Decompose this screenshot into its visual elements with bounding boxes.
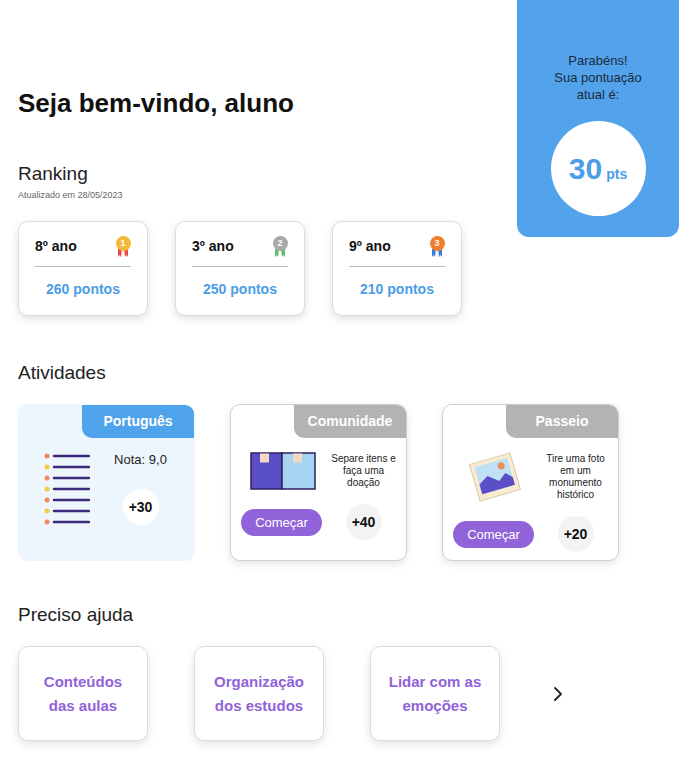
activity-icon xyxy=(37,452,97,526)
activity-category: Passeio xyxy=(506,405,618,438)
score-value: 30pts xyxy=(569,146,627,191)
medal-icon: 2 xyxy=(272,236,288,257)
greeting: Seja bem-vindo, aluno xyxy=(18,88,517,119)
ranking-points: 250 pontos xyxy=(192,279,288,300)
class-name: 9º ano xyxy=(349,236,391,257)
activity-icon xyxy=(453,450,537,504)
activity-card: PasseioTire uma foto em um monumento his… xyxy=(442,404,619,561)
class-name: 8º ano xyxy=(35,236,77,257)
activity-card: Português Nota: 9,0 +30 xyxy=(18,404,195,561)
activity-body: Tire uma foto em um monumento histórico C… xyxy=(443,438,618,560)
activities-section: Atividades Português Nota: 9,0 +30 Comunida… xyxy=(0,361,700,561)
medal-disc: 1 xyxy=(116,236,131,251)
activity-points: +30 xyxy=(123,489,159,525)
ranking-card-header: 3º ano 2 xyxy=(192,236,288,267)
help-card[interactable]: Lidar com as emoções xyxy=(370,646,500,741)
ranking-list: 8º ano 1 260 pontos 3º ano 2 250 pontos 9º ano… xyxy=(18,221,517,316)
activity-points: +20 xyxy=(558,516,594,552)
medal-icon: 1 xyxy=(115,236,131,257)
ranking-card: 9º ano 3 210 pontos xyxy=(332,221,462,316)
help-card[interactable]: Conteúdos das aulas xyxy=(18,646,148,741)
help-card[interactable]: Organização dos estudos xyxy=(194,646,324,741)
ranking-points: 260 pontos xyxy=(35,279,131,300)
score-circle: 30pts xyxy=(551,121,646,216)
ranking-points: 210 pontos xyxy=(349,279,445,300)
help-list: Conteúdos das aulas Organização dos estud… xyxy=(18,646,682,741)
ranking-card: 3º ano 2 250 pontos xyxy=(175,221,305,316)
score-unit: pts xyxy=(606,166,627,182)
activity-grade: Nota: 9,0 xyxy=(97,452,184,469)
list-icon xyxy=(44,452,90,526)
activities-list: PortuguêsNota: 9,0+30ComunidadeSepare it… xyxy=(18,404,682,561)
chevron-right-icon[interactable] xyxy=(552,686,564,702)
help-section: Preciso ajuda Conteúdos das aulas Organiz… xyxy=(0,603,700,741)
activity-icon xyxy=(241,450,325,492)
ranking-card: 8º ano 1 260 pontos xyxy=(18,221,148,316)
welcome-column: Seja bem-vindo, aluno Ranking Atualizado… xyxy=(18,0,517,316)
activity-body: Nota: 9,0 +30 xyxy=(19,438,194,536)
photo-icon xyxy=(466,450,524,504)
next-button[interactable] xyxy=(552,686,564,702)
score-title: Parabéns! xyxy=(525,52,671,69)
activity-description: Separe itens e faça uma doação xyxy=(329,453,398,489)
activity-category: Português xyxy=(82,405,194,438)
start-button[interactable]: Começar xyxy=(241,509,322,536)
start-button[interactable]: Começar xyxy=(453,521,534,548)
donation-box-icon xyxy=(250,452,316,490)
activity-card: ComunidadeSepare itens e faça uma doação… xyxy=(230,404,407,561)
ranking-title: Ranking xyxy=(18,162,517,185)
ranking-date: Atualizado em 28/05/2023 xyxy=(18,189,517,201)
medal-disc: 2 xyxy=(273,236,288,251)
activity-body: Separe itens e faça uma doação Começar +40 xyxy=(231,438,406,548)
activities-title: Atividades xyxy=(18,361,682,384)
top-area: Seja bem-vindo, aluno Ranking Atualizado… xyxy=(0,0,700,316)
score-subtitle: Sua pontuação atual é: xyxy=(543,69,653,103)
activity-description: Tire uma foto em um monumento histórico xyxy=(541,453,610,501)
ranking-card-header: 9º ano 3 xyxy=(349,236,445,267)
help-title: Preciso ajuda xyxy=(18,603,682,626)
activity-category: Comunidade xyxy=(294,405,406,438)
activity-points: +40 xyxy=(346,504,382,540)
ranking-card-header: 8º ano 1 xyxy=(35,236,131,267)
score-number: 30 xyxy=(569,152,602,185)
medal-icon: 3 xyxy=(429,236,445,257)
score-card: Parabéns!Sua pontuação atual é: 30pts xyxy=(517,0,679,237)
medal-disc: 3 xyxy=(430,236,445,251)
class-name: 3º ano xyxy=(192,236,234,257)
